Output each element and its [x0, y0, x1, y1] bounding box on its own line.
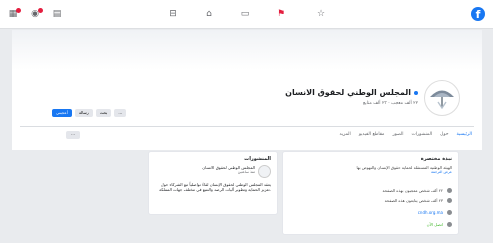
- page-action-buttons: أعجبني رسالة بحث ...: [52, 109, 127, 117]
- post-author-avatar[interactable]: [258, 165, 271, 178]
- page-header: المجلس الوطني لحقوق الانسان ٢٢ ألف معجب …: [12, 70, 482, 150]
- tab-about[interactable]: حول: [440, 132, 448, 137]
- tab-posts[interactable]: المنشورات: [412, 132, 433, 137]
- flag-icon[interactable]: ⚑: [276, 9, 286, 19]
- message-button[interactable]: رسالة: [74, 109, 93, 117]
- watch-icon[interactable]: ▭: [240, 9, 250, 19]
- page-title: المجلس الوطني لحقوق الانسان: [285, 88, 418, 97]
- facebook-logo-icon[interactable]: f: [471, 7, 485, 21]
- about-title: نبذة مختصرة: [420, 156, 452, 162]
- followers-icon: [447, 198, 452, 203]
- tab-overflow-button[interactable]: ···: [66, 131, 80, 139]
- call-now-link[interactable]: اتصل الآن: [427, 222, 443, 227]
- page-meta: ٢٢ ألف معجب · ٢٣ ألف متابع: [363, 101, 418, 106]
- about-row-phone[interactable]: اتصل الآن: [427, 222, 452, 227]
- about-card: نبذة مختصرة الهيئة الوطنية المستقلة لحما…: [282, 151, 459, 235]
- tab-photos[interactable]: الصور: [392, 132, 403, 137]
- verified-icon: [414, 90, 418, 95]
- followers-text: ٢٣ ألف شخص يتابعون هذه الصفحة: [384, 198, 443, 203]
- likes-text: ٢٢ ألف شخص معجبون بهذه الصفحة: [382, 188, 443, 193]
- message-badge: [38, 8, 43, 13]
- top-navigation-bar: f ▦ ◉ ▤ ⊟ ⌂ ▭ ⚑ ☆: [0, 0, 493, 29]
- search-button[interactable]: بحث: [95, 109, 112, 117]
- post-time[interactable]: منذ ساعتين: [202, 170, 255, 174]
- post-text: يعقد المجلس الوطني لحقوق الإنسان لقاءً ت…: [159, 182, 271, 192]
- page-name: المجلس الوطني لحقوق الانسان: [285, 88, 411, 97]
- page-avatar[interactable]: [424, 80, 460, 116]
- see-translation-link[interactable]: عرض الترجمة: [289, 170, 452, 174]
- about-intro: الهيئة الوطنية المستقلة لحماية حقوق الإن…: [289, 165, 452, 174]
- umbrella-logo-icon: [430, 90, 454, 110]
- tab-more[interactable]: المزيد: [339, 132, 350, 137]
- header-divider: [20, 126, 474, 127]
- post-header: المجلس الوطني لحقوق الانسان منذ ساعتين: [202, 165, 271, 178]
- groups-icon[interactable]: ⊟: [168, 9, 178, 19]
- about-row-followers: ٢٣ ألف شخص يتابعون هذه الصفحة: [385, 198, 452, 203]
- more-options-button[interactable]: ...: [114, 109, 127, 117]
- likes-icon: [447, 188, 452, 193]
- post-card: المنشورات المجلس الوطني لحقوق الانسان من…: [148, 151, 278, 215]
- like-button[interactable]: أعجبني: [52, 109, 72, 117]
- about-row-likes: ٢٢ ألف شخص معجبون بهذه الصفحة: [382, 188, 452, 193]
- page-tabs: الرئيسية حول المنشورات الصور مقاطع الفيد…: [339, 132, 472, 137]
- notifications-icon[interactable]: ▤: [52, 9, 62, 19]
- notification-badge: [16, 8, 21, 13]
- home-icon[interactable]: ☆: [316, 9, 326, 19]
- posts-title: المنشورات: [244, 156, 271, 162]
- tab-home[interactable]: الرئيسية: [457, 132, 473, 137]
- marketplace-icon[interactable]: ⌂: [204, 9, 214, 19]
- website-link[interactable]: cndh.org.ma: [418, 210, 443, 215]
- cover-photo: [12, 30, 482, 70]
- about-row-website[interactable]: cndh.org.ma: [418, 210, 452, 215]
- link-icon: [447, 210, 452, 215]
- phone-icon: [447, 222, 452, 227]
- tab-videos[interactable]: مقاطع الفيديو: [359, 132, 385, 137]
